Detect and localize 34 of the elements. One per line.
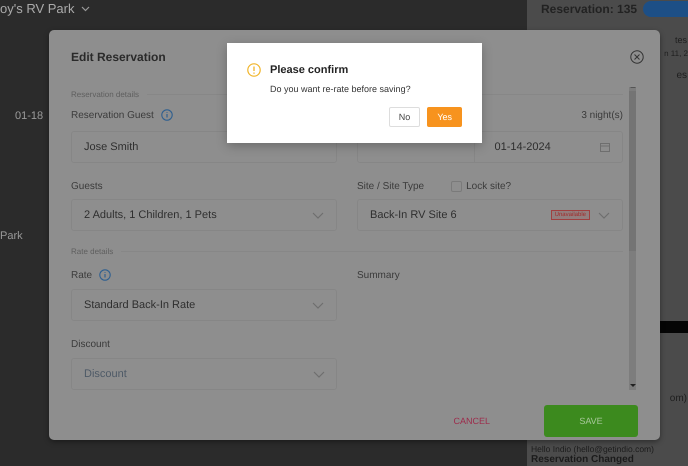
close-icon[interactable]	[630, 50, 644, 64]
field-label: Guests	[71, 180, 103, 192]
reservation-date: 01-18	[14, 110, 44, 122]
nights-count: 3 night(s)	[581, 110, 623, 120]
decline-button[interactable]: No	[388, 107, 420, 127]
confirm-button[interactable]: Yes	[427, 107, 462, 127]
dialog-title: Edit Reservation	[71, 50, 166, 64]
field-label: Discount	[71, 338, 110, 350]
chevron-down-icon	[312, 302, 324, 308]
warning-icon	[247, 63, 261, 77]
park-name[interactable]: oy's RV Park	[0, 1, 74, 16]
field-label: Reservation Guest	[71, 110, 154, 120]
cancel-button[interactable]: CANCEL	[453, 416, 490, 426]
info-icon	[160, 109, 173, 121]
field-label: Summary	[357, 270, 400, 280]
park-label: Park	[0, 230, 23, 242]
discount-select[interactable]: Discount	[71, 358, 337, 390]
chevron-down-icon	[312, 212, 324, 218]
chevron-down-icon	[598, 212, 610, 218]
save-button[interactable]: SAVE	[544, 405, 638, 437]
status-badge	[643, 1, 688, 17]
guests-select[interactable]: 2 Adults, 1 Children, 1 Pets	[71, 199, 337, 231]
end-date: 01-14-2024	[494, 141, 551, 153]
scroll-down-icon[interactable]	[630, 382, 636, 390]
checkbox-label: Lock site?	[466, 180, 512, 192]
field-label: Rate	[71, 270, 92, 280]
chevron-down-icon	[313, 371, 325, 378]
confirm-title: Please confirm	[270, 64, 348, 76]
rate-select[interactable]: Standard Back-In Rate	[71, 289, 337, 321]
field-label: Site / Site Type	[357, 180, 424, 192]
calendar-icon	[600, 142, 610, 152]
info-icon	[99, 269, 112, 281]
chevron-down-icon	[80, 6, 90, 12]
confirm-message: Do you want re-rate before saving?	[270, 84, 412, 94]
